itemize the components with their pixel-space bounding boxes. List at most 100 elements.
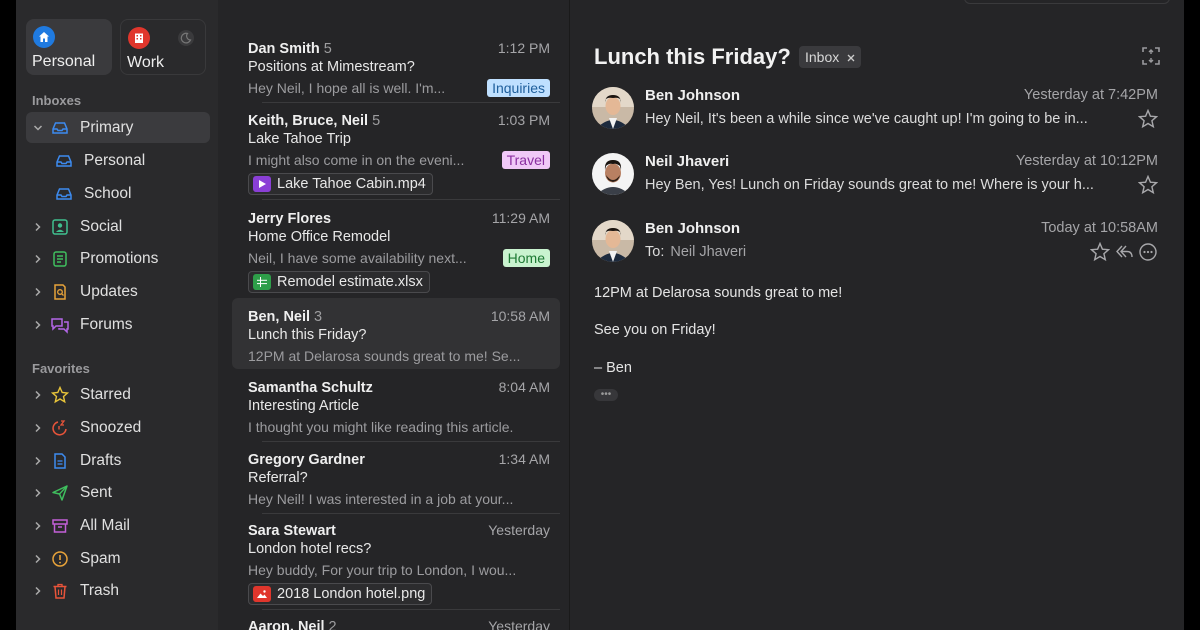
message-subject: Home Office Remodel (248, 229, 391, 245)
account-switcher: Personal Work (26, 19, 206, 75)
draft-icon (50, 451, 70, 471)
chevron-right-icon[interactable] (30, 320, 46, 330)
sender-name: Samantha Schultz (248, 380, 373, 396)
list-item-selected[interactable]: Ben, Neil 3 10:58 AM Lunch this Friday? 12… (232, 298, 560, 369)
show-quoted-text-button[interactable]: ••• (594, 389, 618, 401)
inbox-icon (54, 151, 74, 171)
sidebar-item-promotions[interactable]: Promotions (26, 243, 210, 274)
label-tag[interactable]: Travel (501, 151, 550, 169)
list-item[interactable]: Dan Smith 5 1:12 PM Positions at Mimestrea… (232, 40, 560, 98)
sidebar-item-primary[interactable]: Primary (26, 112, 210, 143)
expand-icon[interactable] (1140, 45, 1162, 67)
list-item[interactable]: Gregory Gardner 1:34 AM Referral? Hey Nei… (232, 451, 560, 509)
label-tag[interactable]: Inquiries (487, 79, 550, 97)
thread-email-expanded[interactable]: Ben Johnson Today at 10:58AM To: Neil Jha… (592, 220, 1158, 266)
chevron-right-icon[interactable] (30, 423, 46, 433)
email-sender: Ben Johnson (645, 87, 741, 104)
label-tag[interactable]: Home (502, 249, 550, 267)
list-item[interactable]: Samantha Schultz 8:04 AM Interesting Arti… (232, 379, 560, 437)
divider (262, 609, 560, 610)
recipient-name: Neil Jhaveri (670, 244, 747, 260)
search-field[interactable] (964, 0, 1170, 4)
email-body-line: 12PM at Delarosa sounds great to me! (594, 285, 843, 301)
list-item[interactable]: Sara Stewart Yesterday London hotel recs?… (232, 522, 560, 605)
message-preview: I might also come in on the eveni... (248, 152, 465, 168)
thread-title: Lunch this Friday? (594, 44, 791, 69)
sidebar-item-label: Drafts (80, 451, 122, 469)
chevron-right-icon[interactable] (30, 390, 46, 400)
do-not-disturb-icon[interactable] (177, 29, 195, 47)
chevron-right-icon[interactable] (30, 222, 46, 232)
sidebar-item-school[interactable]: School (26, 178, 210, 209)
message-time: Yesterday (488, 618, 550, 630)
star-icon[interactable] (1138, 109, 1158, 129)
mail-app-window: Personal Work Inboxes Primary Personal S… (16, 0, 1184, 630)
avatar (592, 220, 634, 262)
sidebar-item-updates[interactable]: Updates (26, 276, 210, 307)
avatar (592, 87, 634, 129)
inbox-icon (54, 184, 74, 204)
list-item[interactable]: Aaron, Neil 2 Yesterday (232, 618, 560, 630)
sidebar-item-social[interactable]: Social (26, 211, 210, 242)
star-icon[interactable] (1138, 175, 1158, 195)
attachment-chip[interactable]: Lake Tahoe Cabin.mp4 (248, 173, 433, 195)
sidebar-item-sent[interactable]: Sent (26, 477, 210, 508)
chat-bubbles-icon (50, 315, 70, 335)
message-preview: Hey Neil, I hope all is well. I'm... (248, 80, 446, 96)
sidebar-item-spam[interactable]: Spam (26, 543, 210, 574)
sidebar: Personal Work Inboxes Primary Personal S… (16, 0, 218, 630)
attachment-chip[interactable]: Remodel estimate.xlsx (248, 271, 430, 293)
account-work[interactable]: Work (120, 19, 206, 75)
sidebar-item-starred[interactable]: Starred (26, 379, 210, 410)
message-preview: Neil, I have some availability next... (248, 250, 467, 266)
inboxes-section-title: Inboxes (32, 93, 82, 108)
star-icon (50, 385, 70, 405)
attachment-chip[interactable]: 2018 London hotel.png (248, 583, 433, 605)
close-icon[interactable] (847, 49, 855, 65)
chevron-right-icon[interactable] (30, 254, 46, 264)
star-icon[interactable] (1090, 242, 1110, 262)
sidebar-item-snoozed[interactable]: Snoozed (26, 412, 210, 443)
snooze-icon (50, 418, 70, 438)
message-subject: Lake Tahoe Trip (248, 131, 351, 147)
sidebar-item-drafts[interactable]: Drafts (26, 445, 210, 476)
thread-email[interactable]: Ben Johnson Yesterday at 7:42PM Hey Neil… (592, 87, 1158, 131)
reply-all-icon[interactable] (1114, 242, 1134, 262)
sidebar-item-label: Forums (80, 315, 133, 333)
message-time: 1:03 PM (497, 112, 550, 128)
divider (262, 513, 560, 514)
chevron-right-icon[interactable] (30, 287, 46, 297)
sidebar-item-personal[interactable]: Personal (26, 145, 210, 176)
thread-email[interactable]: Neil Jhaveri Yesterday at 10:12PM Hey Be… (592, 153, 1158, 197)
reading-pane: Lunch this Friday? Inbox Ben Johnson Yes… (570, 0, 1184, 630)
message-subject: Lunch this Friday? (248, 327, 367, 343)
sidebar-item-label: Primary (80, 118, 134, 136)
list-item[interactable]: Jerry Flores 11:29 AM Home Office Remodel… (232, 210, 560, 293)
message-time: 11:29 AM (491, 210, 550, 226)
list-item[interactable]: Keith, Bruce, Neil 5 1:03 PM Lake Tahoe Tr… (232, 112, 560, 195)
message-time: Yesterday (488, 522, 550, 538)
chevron-right-icon[interactable] (30, 456, 46, 466)
account-personal[interactable]: Personal (26, 19, 112, 75)
sidebar-item-label: Snoozed (80, 418, 142, 436)
divider (262, 441, 560, 442)
email-snippet: Hey Ben, Yes! Lunch on Friday sounds gre… (645, 177, 1094, 193)
chevron-right-icon[interactable] (30, 488, 46, 498)
sidebar-item-trash[interactable]: Trash (26, 575, 210, 606)
thread-count: 5 (323, 41, 332, 57)
video-file-icon (253, 176, 271, 192)
more-options-icon[interactable] (1138, 242, 1158, 262)
sender-name: Ben, Neil 3 (248, 309, 323, 325)
avatar (592, 153, 634, 195)
home-icon (33, 26, 55, 48)
chevron-right-icon[interactable] (30, 554, 46, 564)
chevron-right-icon[interactable] (30, 521, 46, 531)
message-subject: London hotel recs? (248, 541, 372, 557)
sidebar-item-all-mail[interactable]: All Mail (26, 510, 210, 541)
chevron-right-icon[interactable] (30, 586, 46, 596)
sidebar-item-forums[interactable]: Forums (26, 309, 210, 340)
archive-box-icon (50, 516, 70, 536)
chevron-down-icon[interactable] (30, 123, 46, 133)
label-chip-inbox[interactable]: Inbox (799, 46, 862, 68)
people-icon (50, 217, 70, 237)
